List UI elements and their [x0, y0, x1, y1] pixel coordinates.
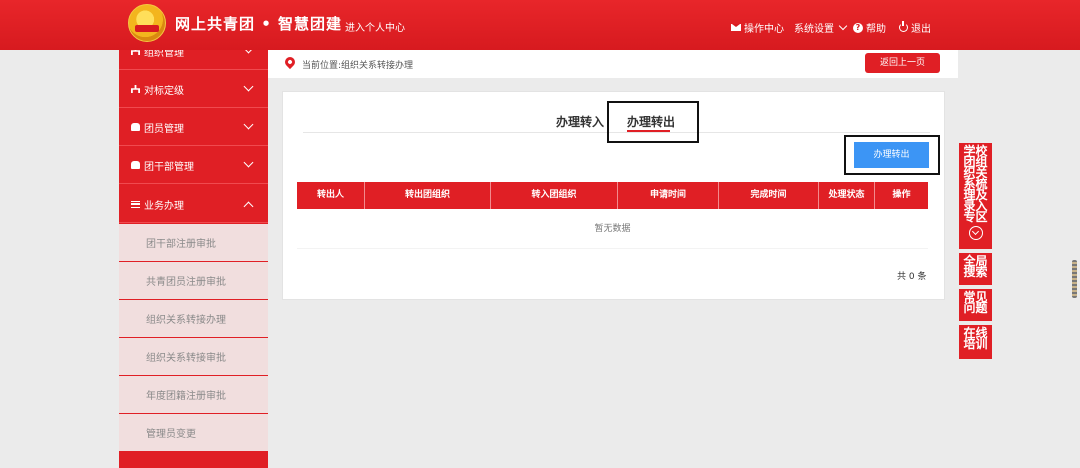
menu-icon — [131, 200, 140, 208]
sidebar-item-members[interactable]: 团员管理 — [119, 109, 268, 146]
column-header: 转出人 — [297, 182, 365, 209]
sitemap-icon — [131, 50, 140, 55]
sidebar: 组织管理 对标定级 团员管理 团干部管理 业务办理 团干部注册审批 共青团员注册… — [119, 50, 268, 468]
users-icon — [131, 161, 140, 169]
operation-center-label: 操作中心 — [744, 24, 784, 35]
logout-label: 退出 — [911, 24, 931, 35]
column-header: 转入团组织 — [491, 182, 618, 209]
empty-state-text: 暂无数据 — [297, 209, 928, 249]
sidebar-subitem[interactable]: 年度团籍注册审批 — [119, 376, 268, 414]
operation-center-link[interactable]: 操作中心 — [731, 20, 784, 35]
help-link[interactable]: ? 帮助 — [853, 20, 886, 35]
chevron-down-icon — [243, 119, 254, 130]
column-header: 完成时间 — [719, 182, 819, 209]
table-header: 转出人 转出团组织 转入团组织 申请时间 完成时间 处理状态 操作 — [297, 182, 928, 209]
sidebar-item-business[interactable]: 业务办理 — [119, 186, 268, 223]
chevron-down-icon — [243, 81, 254, 92]
logout-link[interactable]: 退出 — [899, 20, 931, 35]
circle-chevron-down-icon — [968, 226, 983, 240]
sidebar-item-label: 业务办理 — [144, 200, 184, 212]
total-count: 共 0 条 — [897, 272, 927, 282]
site-title: 网上共青团 • 智慧团建 — [175, 15, 343, 33]
column-header: 申请时间 — [618, 182, 719, 209]
sitemap-icon — [131, 85, 140, 93]
system-settings-label: 系统设置 — [794, 24, 834, 35]
help-label: 帮助 — [866, 24, 886, 35]
sidebar-subitem[interactable]: 组织关系转接办理 — [119, 300, 268, 338]
back-button[interactable]: 返回上一页 — [865, 53, 940, 73]
global-search-button[interactable]: 全局搜索 — [959, 253, 992, 285]
chevron-down-icon — [243, 157, 254, 168]
breadcrumb: 当前位置:组织关系转接办理 — [302, 61, 414, 71]
sidebar-subitem[interactable]: 团干部注册审批 — [119, 224, 268, 262]
sidebar-item-label: 对标定级 — [144, 85, 184, 97]
chevron-down-icon — [243, 50, 254, 54]
users-icon — [131, 123, 140, 131]
sidebar-item-cadres[interactable]: 团干部管理 — [119, 147, 268, 184]
sidebar-item-label: 团干部管理 — [144, 161, 194, 173]
highlight-box-tab — [607, 101, 699, 143]
sidebar-subitem[interactable]: 组织关系转接审批 — [119, 338, 268, 376]
column-header: 操作 — [892, 190, 911, 200]
faq-button[interactable]: 常见问题 — [959, 289, 992, 321]
mail-icon — [731, 24, 741, 31]
chevron-down-icon — [838, 21, 848, 31]
personal-center-link[interactable]: 进入个人中心 — [345, 19, 405, 34]
system-settings-menu[interactable]: 系统设置 — [794, 20, 849, 35]
sidebar-subitem[interactable]: 管理员变更 — [119, 414, 268, 452]
tab-transfer-in[interactable]: 办理转入 — [556, 113, 604, 130]
column-header: 处理状态 — [819, 182, 875, 209]
transfer-out-button[interactable]: 办理转出 — [854, 142, 929, 168]
column-header: 转出团组织 — [365, 182, 491, 209]
sidebar-item-benchmark[interactable]: 对标定级 — [119, 71, 268, 108]
school-zone-label: 学校团组织关系梳理及录入专区 — [963, 144, 988, 224]
scrollbar-thumb[interactable] — [1072, 260, 1077, 298]
online-training-button[interactable]: 在线培训 — [959, 325, 992, 359]
sidebar-item-label: 组织管理 — [144, 50, 184, 59]
school-zone-button[interactable]: 学校团组织关系梳理及录入专区 — [959, 143, 992, 249]
chevron-up-icon — [243, 201, 254, 212]
help-icon: ? — [853, 22, 863, 33]
power-icon — [899, 21, 908, 32]
top-header: 网上共青团 • 智慧团建 进入个人中心 操作中心 系统设置 ? 帮助 退出 — [0, 0, 1080, 50]
sidebar-item-label: 团员管理 — [144, 123, 184, 135]
sidebar-item-organization[interactable]: 组织管理 — [119, 50, 268, 70]
sidebar-subitem[interactable]: 共青团员注册审批 — [119, 262, 268, 300]
youth-league-logo — [128, 4, 166, 42]
